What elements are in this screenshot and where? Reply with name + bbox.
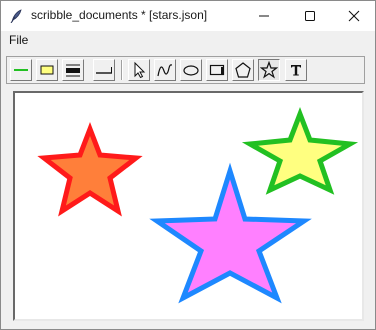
shape-star-orange[interactable] — [37, 122, 143, 217]
line-width-thick-icon — [66, 64, 80, 77]
pentagon-icon — [235, 62, 251, 78]
line-width-thin-icon — [96, 67, 112, 74]
window-title: scribble_documents * [stars.json] — [31, 8, 208, 22]
drawing-canvas[interactable] — [13, 91, 364, 321]
line-width-thin-button[interactable] — [93, 59, 115, 81]
shape-star-yellow[interactable] — [241, 107, 359, 195]
line-color-button[interactable] — [10, 59, 32, 81]
maximize-button[interactable] — [287, 1, 333, 31]
star-tool-button[interactable] — [258, 59, 280, 81]
toolbar-separator — [121, 60, 123, 80]
rectangle-icon — [209, 64, 225, 76]
close-icon — [348, 10, 360, 22]
menu-bar: File — [1, 31, 375, 51]
select-arrow-icon — [134, 61, 146, 79]
ellipse-tool-button[interactable] — [180, 59, 202, 81]
shape-star-magenta[interactable] — [149, 162, 312, 304]
feather-app-icon — [9, 9, 23, 24]
select-tool-button[interactable] — [128, 59, 150, 81]
text-tool-button[interactable] — [285, 59, 307, 81]
close-button[interactable] — [331, 1, 376, 31]
rectangle-tool-button[interactable] — [206, 59, 228, 81]
line-width-thick-button[interactable] — [62, 59, 84, 81]
polygon-tool-button[interactable] — [232, 59, 254, 81]
curve-tool-button[interactable] — [154, 59, 176, 81]
toolbar — [6, 56, 365, 84]
menu-file[interactable]: File — [7, 33, 30, 47]
minimize-icon — [259, 15, 269, 17]
maximize-icon — [305, 11, 315, 21]
freehand-curve-icon — [157, 64, 173, 77]
ellipse-icon — [183, 65, 199, 76]
minimize-button[interactable] — [241, 1, 287, 31]
text-tool-icon — [291, 65, 301, 76]
star-icon — [260, 61, 278, 79]
title-bar[interactable]: scribble_documents * [stars.json] — [1, 1, 375, 31]
fill-color-yellow-icon — [40, 65, 54, 75]
app-window: scribble_documents * [stars.json] File — [0, 0, 376, 330]
line-color-green-icon — [14, 69, 28, 71]
fill-color-button[interactable] — [36, 59, 58, 81]
canvas-surface[interactable] — [15, 93, 362, 319]
